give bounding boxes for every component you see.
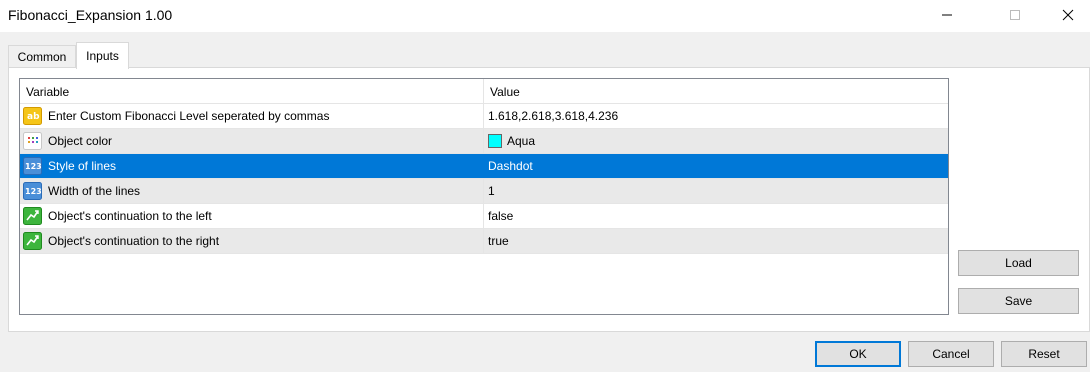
column-header-variable[interactable]: Variable xyxy=(20,79,484,104)
table-row[interactable]: Object's continuation to the left false xyxy=(20,204,948,229)
variable-name: Style of lines xyxy=(20,154,484,178)
table-row[interactable]: Object's continuation to the right true xyxy=(20,229,948,254)
value-field[interactable]: 1.618,2.618,3.618,4.236 xyxy=(484,104,948,128)
table-row[interactable]: 123 Width of the lines 1 xyxy=(20,179,948,204)
value-field[interactable]: true xyxy=(484,229,948,253)
table-row[interactable]: ab Enter Custom Fibonacci Level seperate… xyxy=(20,104,948,129)
value-field[interactable]: Aqua xyxy=(484,129,948,153)
inputs-grid[interactable]: Variable Value ab Enter Custom Fibonacci… xyxy=(19,78,949,315)
value-text: true xyxy=(488,234,509,248)
value-text: Dashdot xyxy=(488,159,533,173)
color-swatch xyxy=(488,134,502,148)
tab-inputs[interactable]: Inputs xyxy=(76,42,129,69)
value-text: Aqua xyxy=(507,134,536,148)
variable-name: Enter Custom Fibonacci Level seperated b… xyxy=(20,104,484,128)
minimize-button[interactable] xyxy=(924,0,970,30)
close-button[interactable] xyxy=(1045,0,1090,30)
title-bar: Fibonacci_Expansion 1.00 xyxy=(0,0,1090,32)
cancel-button[interactable]: Cancel xyxy=(908,341,994,367)
variable-name: Width of the lines xyxy=(20,179,484,203)
value-field[interactable]: 1 xyxy=(484,179,948,203)
grid-header: Variable Value xyxy=(20,79,948,104)
variable-name: Object's continuation to the right xyxy=(20,229,484,253)
maximize-button[interactable] xyxy=(992,0,1038,30)
window-title: Fibonacci_Expansion 1.00 xyxy=(8,7,173,23)
variable-name: Object color xyxy=(20,129,484,153)
minimize-icon xyxy=(942,14,952,16)
variable-name: Object's continuation to the left xyxy=(20,204,484,228)
ok-button[interactable]: OK xyxy=(815,341,901,367)
value-field[interactable]: false xyxy=(484,204,948,228)
table-row[interactable]: Object color Aqua xyxy=(20,129,948,154)
tab-common[interactable]: Common xyxy=(8,45,76,68)
reset-button[interactable]: Reset xyxy=(1001,341,1087,367)
value-text: 1 xyxy=(488,184,495,198)
value-text: false xyxy=(488,209,514,223)
load-button[interactable]: Load xyxy=(958,250,1079,276)
close-icon xyxy=(1062,9,1074,21)
table-row[interactable]: 123 Style of lines Dashdot xyxy=(20,154,948,179)
maximize-icon xyxy=(1010,10,1020,20)
value-field[interactable]: Dashdot xyxy=(484,154,948,178)
column-header-value[interactable]: Value xyxy=(484,79,948,104)
value-text: 1.618,2.618,3.618,4.236 xyxy=(488,109,619,123)
save-button[interactable]: Save xyxy=(958,288,1079,314)
